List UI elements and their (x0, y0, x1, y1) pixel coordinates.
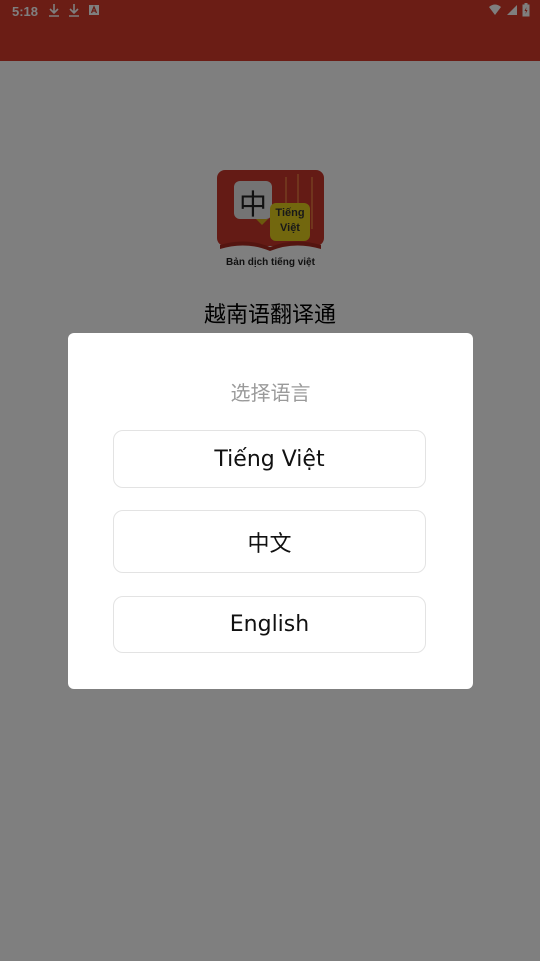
language-option-label: Tiếng Việt (214, 446, 325, 472)
screen: 5:18 (0, 0, 540, 961)
dialog-title: 选择语言 (230, 381, 311, 405)
language-option-chinese[interactable]: 中文 (113, 510, 426, 573)
language-option-label: English (229, 612, 310, 637)
language-option-label: 中文 (247, 531, 292, 557)
language-option-vietnamese[interactable]: Tiếng Việt (113, 430, 426, 488)
language-option-english[interactable]: English (113, 596, 426, 653)
language-dialog: 选择语言 Tiếng Việt 中文 English (68, 333, 473, 689)
